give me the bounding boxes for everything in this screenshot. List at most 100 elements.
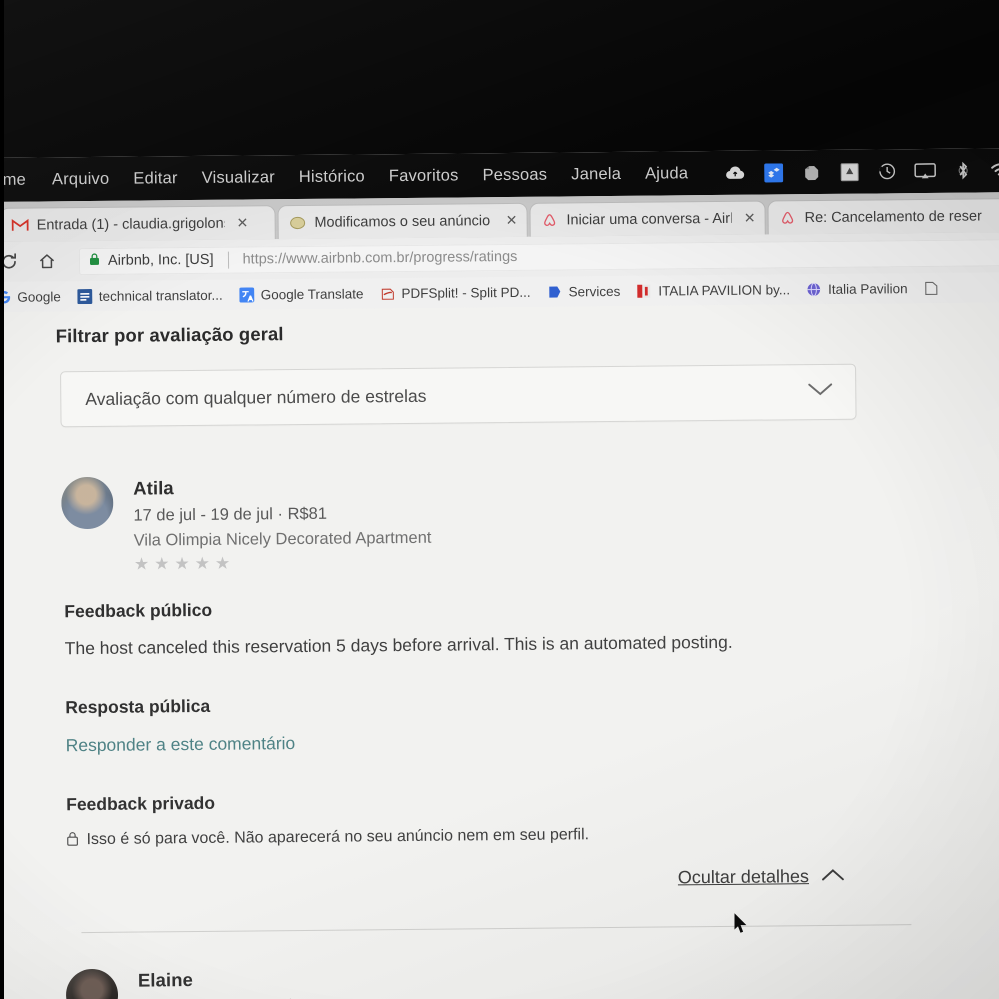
bookmark-google[interactable]: Google (0, 288, 61, 305)
wifi-icon[interactable] (990, 159, 999, 181)
private-feedback-title: Feedback privado (66, 792, 216, 815)
tab-title: Iniciar uma conversa - Airbnb (566, 210, 732, 228)
photo-of-screen: hrome Arquivo Editar Visualizar Históric… (0, 0, 999, 999)
bookmark-overflow[interactable] (924, 280, 946, 296)
chevron-up-icon (821, 866, 845, 887)
tab-title: Modificamos o seu anúncio pa (314, 212, 494, 231)
bookmark-italia-pavilion[interactable]: Italia Pavilion (806, 280, 908, 297)
public-reply-title: Resposta pública (65, 695, 211, 718)
bookmark-label: Google Translate (260, 285, 364, 302)
menu-item-historico[interactable]: Histórico (299, 167, 365, 187)
star-icon: ★ (214, 553, 231, 573)
private-feedback-note-text: Isso é só para você. Não aparecerá no se… (86, 826, 590, 849)
bookmark-google-translate[interactable]: Google Translate (239, 285, 364, 303)
bookmark-label: Italia Pavilion (828, 280, 908, 297)
globe-icon (806, 281, 822, 297)
close-icon[interactable]: ✕ (237, 214, 249, 231)
bookmark-label: Google (17, 288, 61, 305)
bookmark-technical-translator[interactable]: technical translator... (77, 287, 223, 304)
omnibox-separator (227, 251, 229, 269)
document-icon (924, 280, 940, 296)
ratings-container: Filtrar por avaliação geral Avaliação co… (0, 316, 999, 999)
menu-item-editar[interactable]: Editar (133, 169, 177, 188)
browser-tab-gmail[interactable]: Entrada (1) - claudia.grigolons ✕ (0, 206, 275, 242)
mouse-pointer-icon (733, 912, 750, 941)
star-rating: ★ ★ ★ ★ ★ (133, 553, 432, 574)
bluetooth-icon[interactable] (952, 160, 974, 182)
bookmark-label: Services (568, 283, 621, 299)
star-icon: ★ (133, 554, 150, 574)
laptop-screen: hrome Arquivo Editar Visualizar Históric… (0, 148, 999, 999)
public-feedback-body: The host canceled this reservation 5 day… (64, 631, 733, 659)
tab-title: Re: Cancelamento de reser (804, 207, 982, 226)
address-bar[interactable]: Airbnb, Inc. [US] https://www.airbnb.com… (78, 238, 999, 275)
star-icon: ★ (154, 554, 170, 574)
browser-tab-conversa[interactable]: Iniciar uma conversa - Airbnb ✕ (530, 201, 765, 237)
menu-item-visualizar[interactable]: Visualizar (202, 168, 275, 188)
lock-icon (89, 253, 100, 269)
avatar[interactable] (65, 968, 119, 999)
browser-tab-cancelamento[interactable]: Re: Cancelamento de reser (768, 199, 999, 235)
google-drive-icon[interactable] (838, 161, 860, 183)
evernote-icon[interactable] (800, 161, 822, 183)
review-header: Elaine 5 de jul - 6 de jul · R$57 Vila O… (65, 961, 939, 999)
hide-details-button[interactable]: Ocultar detalhes (678, 866, 845, 889)
star-icon: ★ (194, 553, 210, 574)
listing-name: Vila Olimpia Nicely Decorated Apartment (133, 528, 432, 550)
review-item-atila: Atila 17 de jul - 19 de jul · R$81 Vila … (61, 469, 937, 934)
chevron-down-icon (807, 382, 833, 402)
photo-edge-left (0, 0, 4, 999)
page-content: Filtrar por avaliação geral Avaliação co… (0, 302, 999, 999)
bookmark-pdfsplit[interactable]: PDFSplit! - Split PD... (379, 284, 531, 301)
reviewer-name: Atila (133, 477, 174, 499)
review-item-elaine: Elaine 5 de jul - 6 de jul · R$57 Vila O… (65, 961, 939, 999)
filter-label: Filtrar por avaliação geral (55, 323, 284, 347)
review-meta: Elaine 5 de jul - 6 de jul · R$57 Vila O… (138, 966, 436, 999)
bookmark-label: PDFSplit! - Split PD... (401, 284, 531, 301)
menu-item-arquivo[interactable]: Arquivo (52, 169, 110, 189)
services-icon (546, 283, 562, 299)
star-icon: ★ (174, 554, 190, 574)
airplay-icon[interactable] (914, 160, 936, 182)
private-feedback-note: Isso é só para você. Não aparecerá no se… (66, 823, 936, 849)
menu-item-favoritos[interactable]: Favoritos (389, 166, 459, 186)
reservation-dates: 17 de jul - 19 de jul · R$81 (133, 504, 328, 525)
rating-filter-value: Avaliação com qualquer número de estrela… (85, 385, 427, 409)
url-text: https://www.airbnb.com.br/progress/ratin… (242, 248, 518, 268)
rating-filter-select[interactable]: Avaliação com qualquer número de estrela… (60, 363, 857, 428)
dropbox-icon[interactable] (762, 161, 784, 183)
pdfsplit-icon (379, 285, 395, 301)
airbnb-icon (541, 212, 558, 229)
italia-pavilion-icon (636, 283, 652, 299)
hide-details-label: Ocultar detalhes (677, 866, 810, 888)
site-identity-label: Airbnb, Inc. [US] (107, 251, 214, 269)
gmail-icon (11, 217, 29, 234)
bookmark-italia-pavilion-by[interactable]: ITALIA PAVILION by... (636, 281, 790, 298)
menu-item-ajuda[interactable]: Ajuda (645, 164, 688, 183)
translator-icon (77, 288, 93, 304)
bookmark-label: ITALIA PAVILION by... (658, 281, 791, 299)
tab-title: Entrada (1) - claudia.grigolons (36, 215, 225, 234)
browser-tab-anuncio[interactable]: Modificamos o seu anúncio pa ✕ (278, 203, 527, 240)
google-translate-icon (239, 286, 255, 303)
time-machine-icon[interactable] (876, 160, 898, 182)
cloud-upload-icon[interactable] (724, 162, 746, 184)
review-header: Atila 17 de jul - 19 de jul · R$81 Vila … (61, 469, 934, 574)
lock-icon (66, 831, 78, 849)
menu-item-pessoas[interactable]: Pessoas (482, 165, 547, 185)
close-icon[interactable]: ✕ (506, 212, 518, 229)
os-status-tray: 3 (724, 159, 999, 184)
reply-to-comment-link[interactable]: Responder a este comentário (66, 733, 296, 756)
bookmark-services[interactable]: Services (546, 283, 620, 300)
bookmark-label: technical translator... (98, 287, 223, 304)
review-divider (81, 924, 912, 934)
close-icon[interactable]: ✕ (744, 210, 756, 227)
reviewer-name: Elaine (137, 969, 194, 991)
public-feedback-title: Feedback público (64, 599, 213, 622)
hide-details-row: Ocultar detalhes (65, 865, 937, 894)
avatar[interactable] (61, 476, 114, 530)
home-icon[interactable] (35, 249, 59, 273)
review-meta: Atila 17 de jul - 19 de jul · R$81 Vila … (133, 474, 432, 573)
airbnb-icon (779, 209, 796, 226)
menu-item-janela[interactable]: Janela (571, 164, 621, 183)
